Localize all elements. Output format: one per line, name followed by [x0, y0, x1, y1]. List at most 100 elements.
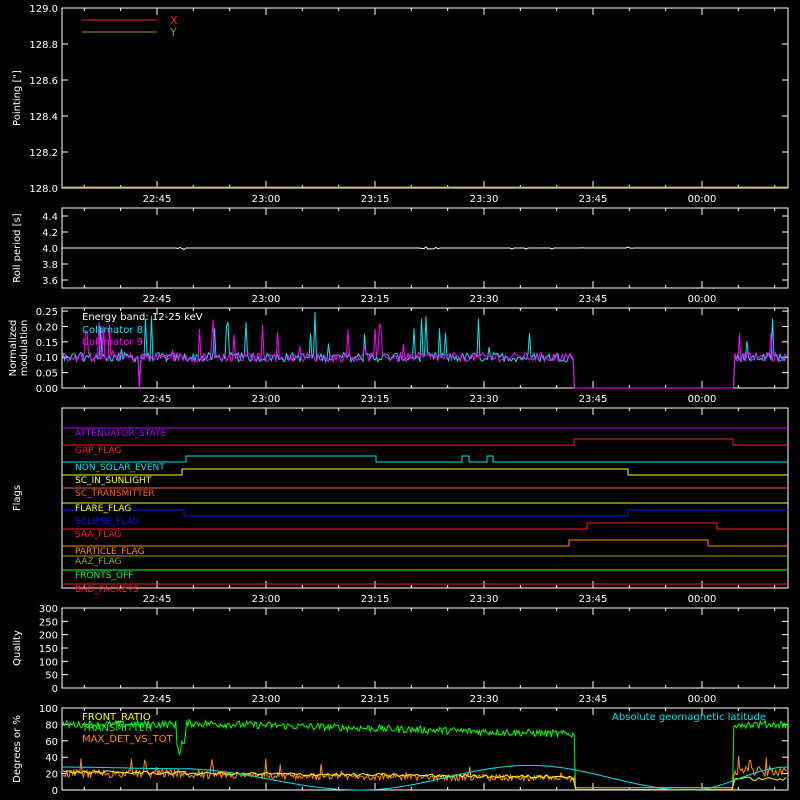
max-det-vs-tot-line — [62, 755, 788, 791]
x-tick-label: 23:00 — [252, 694, 281, 705]
flag-line — [62, 438, 788, 446]
y-tick-label: 3.8 — [42, 260, 58, 271]
y-axis-label: Roll period [s] — [12, 213, 23, 282]
x-tick-label: 22:45 — [143, 694, 172, 705]
x-tick-label: 23:30 — [470, 194, 499, 205]
flag-line — [62, 468, 788, 476]
x-tick-label: 00:00 — [688, 694, 717, 705]
legend-label-y: Y — [169, 26, 177, 39]
geomagnetic-latitude-line — [62, 764, 789, 791]
x-tick-label: 23:45 — [579, 294, 608, 305]
x-tick-label: 22:45 — [143, 294, 172, 305]
y-tick-label: 150 — [39, 644, 58, 655]
x-tick-label: 23:00 — [252, 194, 281, 205]
legend-label-geomagnetic-latitude: Absolute geomagnetic latitude — [612, 712, 766, 723]
flag-line — [62, 522, 788, 530]
flag-label: SAA_FLAG — [75, 530, 121, 540]
x-tick-label: 00:00 — [688, 194, 717, 205]
y-tick-label: 129.0 — [29, 4, 58, 15]
y-tick-label: 0.25 — [36, 307, 58, 318]
panel-frame — [61, 407, 789, 589]
y-tick-label: 4.4 — [42, 212, 58, 223]
flag-label: PARTICLE_FLAG — [75, 547, 145, 557]
x-tick-label: 23:15 — [361, 694, 390, 705]
x-tick-label: 23:30 — [470, 294, 499, 305]
y-axis-label: modulation — [19, 320, 30, 377]
x-tick-label: 22:45 — [143, 194, 172, 205]
y-tick-label: 4.2 — [42, 228, 58, 239]
y-tick-label: 200 — [39, 631, 58, 642]
x-tick-label: 23:00 — [252, 394, 281, 405]
x-tick-label: 23:00 — [252, 294, 281, 305]
x-tick-label: 00:00 — [688, 594, 717, 605]
y-tick-label: 128.4 — [29, 112, 58, 123]
flag-label: ECLIPSE_FLAG — [75, 517, 139, 527]
flag-line — [62, 539, 788, 547]
flag-label: AAZ_FLAG — [75, 557, 122, 567]
y-tick-label: 0.10 — [36, 353, 58, 364]
y-tick-label: 128.0 — [29, 184, 58, 195]
y-tick-label: 40 — [45, 753, 58, 764]
y-tick-label: 0.20 — [36, 322, 58, 333]
legend-label-front-ratio: FRONT_RATIO — [82, 712, 151, 723]
x-tick-label: 23:30 — [470, 394, 499, 405]
flag-label: SC_TRANSMITTER — [75, 489, 155, 499]
y-axis-label: Degrees or % — [12, 715, 23, 783]
y-tick-label: 60 — [45, 737, 58, 748]
y-tick-label: 250 — [39, 617, 58, 628]
flag-label: BAD_PACKETS — [75, 585, 139, 595]
y-tick-label: 0.15 — [36, 338, 58, 349]
x-tick-label: 23:00 — [252, 594, 281, 605]
y-tick-label: 100 — [39, 704, 58, 715]
flag-line — [62, 455, 788, 463]
y-tick-label: 128.8 — [29, 40, 58, 51]
legend-label-max-det-vs-tot: MAX_DET_VS_TOT — [82, 734, 174, 745]
flag-label: FRONTS_OFF — [75, 571, 133, 581]
x-tick-label: 23:45 — [579, 194, 608, 205]
collimator-8-line — [62, 311, 787, 389]
transmitter-line — [62, 718, 788, 788]
y-tick-label: 128.2 — [29, 148, 58, 159]
legend-label-collimator-9: Collimator 9 — [82, 337, 143, 348]
y-tick-label: 0.05 — [36, 369, 58, 380]
x-tick-label: 23:30 — [470, 694, 499, 705]
y-tick-label: 300 — [39, 604, 58, 615]
panel-frame — [61, 607, 789, 689]
y-tick-label: 0.00 — [36, 384, 58, 395]
flag-line — [62, 509, 788, 517]
y-tick-label: 0 — [52, 684, 58, 695]
x-tick-label: 23:15 — [361, 294, 390, 305]
x-tick-label: 23:15 — [361, 194, 390, 205]
x-tick-label: 22:45 — [143, 394, 172, 405]
y-tick-label: 0 — [52, 786, 58, 797]
flag-label: SC_IN_SUNLIGHT — [75, 476, 152, 486]
y-axis-label: Flags — [12, 485, 23, 511]
x-tick-label: 23:45 — [579, 594, 608, 605]
rhessi-quicklook-figure: 22:45 23:00 23:15 23:30 23:45 00:00 22:45 23:00… — [8, 4, 789, 797]
flag-label: ATTENUATOR_STATE — [75, 429, 167, 439]
y-tick-label: 128.6 — [29, 76, 58, 87]
flag-label: FLARE_FLAG — [75, 504, 131, 514]
energy-band-annotation: Energy band: 12-25 keV — [82, 312, 203, 323]
flag-label: NON_SOLAR_EVENT — [75, 463, 165, 473]
y-axis-label: Pointing ["] — [12, 70, 23, 126]
y-axis-label: Normalized — [8, 320, 19, 377]
roll-period-line — [62, 246, 788, 251]
y-tick-label: 50 — [45, 671, 58, 682]
x-tick-label: 00:00 — [688, 394, 717, 405]
x-tick-label: 23:15 — [361, 594, 390, 605]
x-tick-label: 23:45 — [579, 394, 608, 405]
x-tick-label: 23:45 — [579, 694, 608, 705]
y-tick-label: 20 — [45, 770, 58, 781]
legend-label-collimator-8: Collimator 8 — [82, 325, 143, 336]
data-layer — [62, 19, 789, 791]
flag-label: GAP_FLAG — [75, 446, 121, 456]
y-tick-label: 80 — [45, 720, 58, 731]
x-tick-label: 23:30 — [470, 594, 499, 605]
y-tick-label: 3.6 — [42, 276, 58, 287]
text-layer: 22:45 23:00 23:15 23:30 23:45 00:00 22:45 23:00… — [8, 4, 766, 797]
y-tick-label: 100 — [39, 657, 58, 668]
y-tick-label: 4.0 — [42, 244, 58, 255]
x-tick-label: 22:45 — [143, 594, 172, 605]
x-tick-label: 00:00 — [688, 294, 717, 305]
